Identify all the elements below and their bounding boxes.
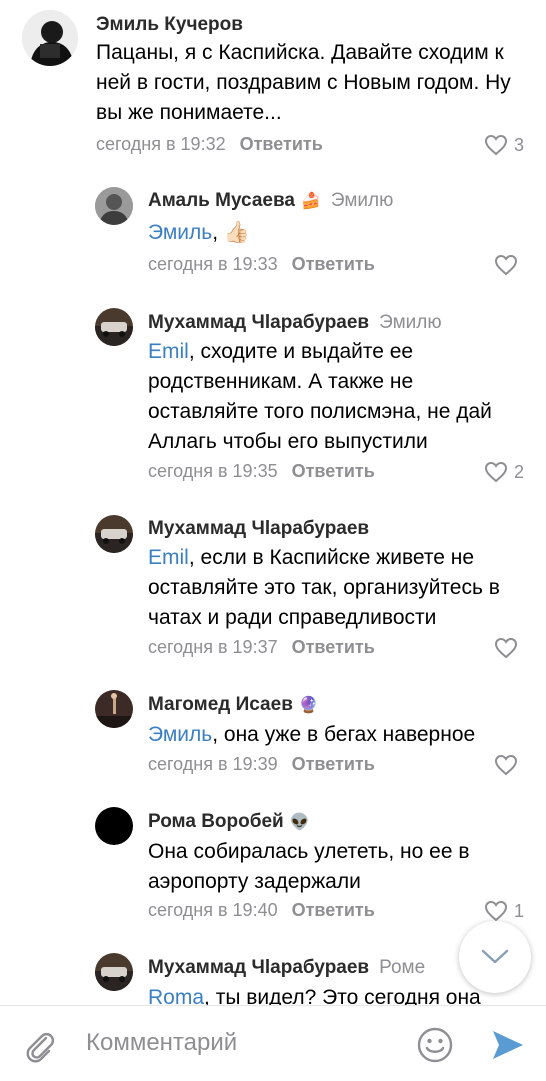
like-count: 2 (513, 461, 524, 482)
comment-text: Emil, если в Каспийске живете не оставля… (148, 546, 500, 629)
mention-link[interactable]: Эмиль (148, 723, 212, 746)
comment-time: сегодня в 19:40 (148, 900, 278, 920)
like-button[interactable]: 1 (484, 900, 524, 922)
author-name[interactable]: Рома Воробей 👽 (148, 811, 310, 833)
reply-to[interactable]: Роме (379, 957, 425, 978)
mention-link[interactable]: Эмиль (148, 221, 212, 244)
heart-icon (484, 900, 507, 922)
author-emoji: 👽 (289, 814, 310, 831)
chevron-down-icon (481, 949, 509, 964)
comments-feed[interactable]: Эмиль Кучеров Пацаны, я с Каспийска. Дав… (0, 0, 546, 1005)
comment-meta: сегодня в 19:33 Ответить (148, 254, 375, 275)
comment-meta: сегодня в 19:39 Ответить (148, 754, 375, 775)
mention-link[interactable]: Emil (148, 340, 189, 363)
avatar[interactable] (95, 187, 133, 225)
reply-button[interactable]: Ответить (292, 254, 375, 274)
comment-text: Emil, сходите и выдайте ее родственникам… (148, 340, 492, 453)
author-name[interactable]: Мухаммад Чlарабураев Роме (148, 957, 425, 979)
heart-icon (484, 134, 507, 156)
avatar[interactable] (95, 953, 133, 991)
heart-icon (494, 637, 518, 659)
avatar[interactable] (95, 308, 133, 346)
comment-composer (0, 1005, 546, 1081)
paperclip-icon (26, 1032, 55, 1063)
author-name[interactable]: Магомед Исаев 🔮 (148, 694, 319, 716)
heart-icon (494, 254, 518, 276)
comment-meta: сегодня в 19:40 Ответить (148, 900, 375, 921)
avatar[interactable] (95, 515, 133, 553)
mention-link[interactable]: Roma (148, 986, 204, 1005)
attach-button[interactable] (22, 1028, 58, 1069)
heart-icon (494, 754, 518, 776)
comment-text: Roma, ты видел? Это сегодня она (148, 983, 528, 1005)
heart-icon (484, 461, 507, 483)
author-emoji: 🍰 (300, 193, 321, 210)
comment-time: сегодня в 19:32 (96, 134, 226, 154)
author-emoji: 🔮 (298, 697, 319, 714)
emoji-button[interactable] (416, 1026, 454, 1069)
like-count: 1 (513, 900, 524, 921)
scroll-down-button[interactable] (459, 921, 531, 993)
like-count: 3 (513, 134, 524, 155)
comment-time: сегодня в 19:35 (148, 461, 278, 481)
author-name[interactable]: Эмиль Кучеров (96, 14, 243, 36)
avatar[interactable] (95, 807, 133, 845)
send-button[interactable] (490, 1028, 526, 1067)
send-icon (493, 1031, 523, 1059)
avatar[interactable] (95, 690, 133, 728)
comment-meta: сегодня в 19:37 Ответить (148, 637, 375, 658)
comment-meta: сегодня в 19:35 Ответить (148, 461, 375, 482)
comment-text: Пацаны, я с Каспийска. Давайте сходим к … (96, 41, 511, 124)
like-button[interactable] (494, 754, 524, 776)
comment-time: сегодня в 19:33 (148, 254, 278, 274)
avatar[interactable] (22, 10, 78, 66)
comment-text: Эмиль, 👍🏻 (148, 221, 251, 244)
comment-text: Она собиралась улететь, но ее в аэропорт… (148, 840, 470, 893)
comment-time: сегодня в 19:39 (148, 754, 278, 774)
reply-button[interactable]: Ответить (292, 900, 375, 920)
reply-button[interactable]: Ответить (240, 134, 323, 154)
smile-icon (417, 1027, 453, 1063)
author-name[interactable]: Мухаммад Чlарабураев (148, 518, 369, 540)
like-button[interactable] (494, 637, 524, 659)
reply-button[interactable]: Ответить (292, 754, 375, 774)
reply-button[interactable]: Ответить (292, 461, 375, 481)
like-button[interactable]: 3 (484, 134, 524, 156)
comment-meta: сегодня в 19:32 Ответить (96, 134, 323, 155)
mention-link[interactable]: Emil (148, 546, 189, 569)
reply-button[interactable]: Ответить (292, 637, 375, 657)
reply-to[interactable]: Эмилю (379, 312, 441, 333)
comment-time: сегодня в 19:37 (148, 637, 278, 657)
like-button[interactable]: 2 (484, 461, 524, 483)
author-name[interactable]: Мухаммад Чlарабураев Эмилю (148, 312, 442, 334)
comment-text: Эмиль, она уже в бегах наверное (148, 723, 476, 746)
reply-to[interactable]: Эмилю (331, 190, 393, 211)
author-name[interactable]: Амаль Мусаева 🍰 Эмилю (148, 190, 393, 212)
comment-input[interactable] (84, 1024, 388, 1062)
like-button[interactable] (494, 254, 524, 276)
